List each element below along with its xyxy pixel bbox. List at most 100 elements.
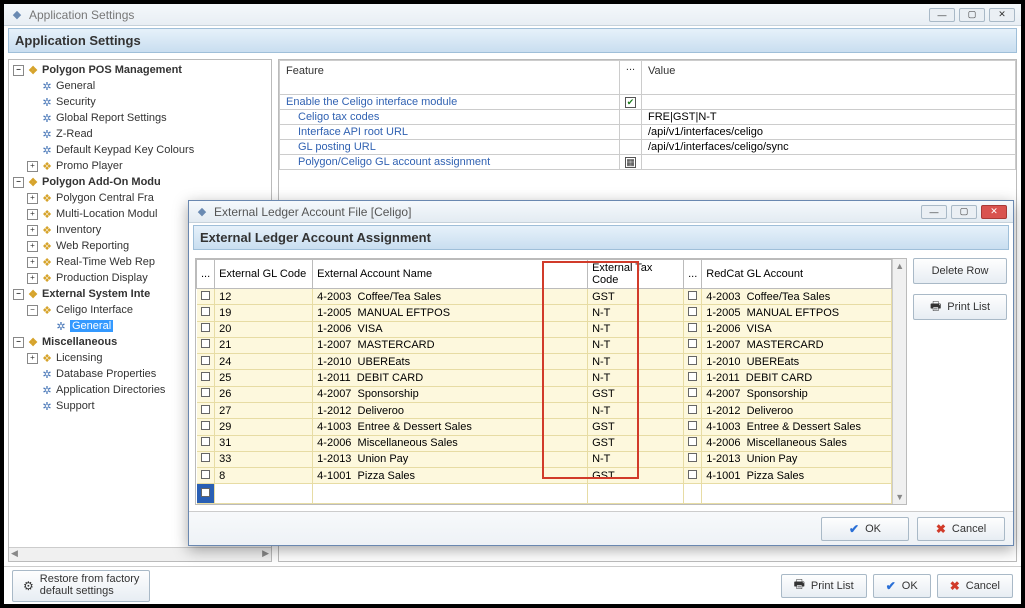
row-handle[interactable] xyxy=(684,337,702,353)
tree-item-label: Global Report Settings xyxy=(56,112,167,124)
minimize-button[interactable]: — xyxy=(929,8,955,22)
row-handle[interactable] xyxy=(197,451,215,467)
row-handle[interactable] xyxy=(197,370,215,386)
toggle-icon[interactable]: − xyxy=(27,305,38,316)
modal-close-button[interactable]: ✕ xyxy=(981,205,1007,219)
modal-minimize-button[interactable]: — xyxy=(921,205,947,219)
row-handle[interactable] xyxy=(684,321,702,337)
toggle-icon[interactable]: + xyxy=(27,241,38,252)
modal-print-label: Print List xyxy=(947,301,990,313)
row-handle[interactable] xyxy=(684,370,702,386)
table-row[interactable]: 241-2010 UBEREatsN-T1-2010 UBEREats xyxy=(197,354,892,370)
toggle-icon[interactable]: + xyxy=(27,225,38,236)
table-row[interactable]: 124-2003 Coffee/Tea SalesGST4-2003 Coffe… xyxy=(197,289,892,305)
ext-gl-cell: 20 xyxy=(215,321,313,337)
tree-item[interactable]: ✲Z-Read xyxy=(13,126,269,142)
table-row[interactable]: 264-2007 SponsorshipGST4-2007 Sponsorshi… xyxy=(197,386,892,402)
folder-icon: ❖ xyxy=(40,304,54,317)
row-handle[interactable] xyxy=(197,484,215,504)
settings-row[interactable]: Celigo tax codesFRE|GST|N-T xyxy=(280,110,1016,125)
row-handle[interactable] xyxy=(684,305,702,321)
settings-row[interactable]: Polygon/Celigo GL account assignment▦ xyxy=(280,155,1016,170)
tree-item[interactable]: +❖Promo Player xyxy=(13,158,269,174)
tree-item[interactable]: −❖Polygon POS Management xyxy=(13,62,269,78)
delete-row-button[interactable]: Delete Row xyxy=(913,258,1007,284)
row-handle[interactable] xyxy=(197,354,215,370)
row-handle[interactable] xyxy=(684,354,702,370)
icon-cell[interactable] xyxy=(620,140,642,155)
gear-icon: ✲ xyxy=(40,80,54,93)
tree-hscroll[interactable] xyxy=(9,547,271,561)
modal-maximize-button[interactable]: ▢ xyxy=(951,205,977,219)
icon-cell[interactable]: ▦ xyxy=(620,155,642,170)
table-row[interactable]: 271-2012 DeliverooN-T1-2012 Deliveroo xyxy=(197,402,892,418)
settings-row[interactable]: GL posting URL/api/v1/interfaces/celigo/… xyxy=(280,140,1016,155)
print-list-button[interactable]: 🖶Print List xyxy=(781,574,867,598)
modal-cancel-button[interactable]: ✖Cancel xyxy=(917,517,1005,541)
toggle-icon[interactable]: − xyxy=(13,177,24,188)
row-handle[interactable] xyxy=(684,468,702,484)
toggle-icon[interactable]: + xyxy=(27,193,38,204)
close-button[interactable]: ✕ xyxy=(989,8,1015,22)
value-cell[interactable]: FRE|GST|N-T xyxy=(642,110,1016,125)
row-handle[interactable] xyxy=(684,386,702,402)
tree-item[interactable]: −❖Polygon Add-On Modu xyxy=(13,174,269,190)
value-cell[interactable] xyxy=(642,155,1016,170)
row-handle[interactable] xyxy=(197,321,215,337)
maximize-button[interactable]: ▢ xyxy=(959,8,985,22)
row-handle[interactable] xyxy=(197,289,215,305)
row-handle[interactable] xyxy=(197,435,215,451)
row-handle[interactable] xyxy=(197,419,215,435)
row-handle[interactable] xyxy=(197,468,215,484)
restore-defaults-button[interactable]: ⚙ Restore from factory default settings xyxy=(12,570,150,602)
settings-row[interactable]: Enable the Celigo interface module✔ xyxy=(280,95,1016,110)
ledger-table[interactable]: ... External GL Code External Account Na… xyxy=(196,259,892,504)
table-row[interactable]: 331-2013 Union PayN-T1-2013 Union Pay xyxy=(197,451,892,467)
toggle-icon[interactable]: + xyxy=(27,209,38,220)
value-cell[interactable]: /api/v1/interfaces/celigo/sync xyxy=(642,140,1016,155)
tree-item[interactable]: ✲Global Report Settings xyxy=(13,110,269,126)
row-handle[interactable] xyxy=(684,419,702,435)
table-row[interactable]: 314-2006 Miscellaneous SalesGST4-2006 Mi… xyxy=(197,435,892,451)
icon-cell[interactable]: ✔ xyxy=(620,95,642,110)
ext-name-cell: 1-2011 DEBIT CARD xyxy=(313,370,588,386)
grid-vscroll[interactable] xyxy=(892,259,906,504)
tree-item[interactable]: ✲General xyxy=(13,78,269,94)
modal-print-button[interactable]: 🖶Print List xyxy=(913,294,1007,320)
row-handle[interactable] xyxy=(684,402,702,418)
grid-icon[interactable]: ▦ xyxy=(625,157,636,168)
row-handle[interactable] xyxy=(197,305,215,321)
tree-item[interactable]: ✲Security xyxy=(13,94,269,110)
row-handle[interactable] xyxy=(684,289,702,305)
new-row[interactable] xyxy=(197,484,892,504)
row-handle[interactable] xyxy=(684,451,702,467)
value-cell[interactable]: /api/v1/interfaces/celigo xyxy=(642,125,1016,140)
table-row[interactable]: 294-1003 Entree & Dessert SalesGST4-1003… xyxy=(197,419,892,435)
toggle-icon[interactable]: + xyxy=(27,161,38,172)
modal-ok-button[interactable]: ✔OK xyxy=(821,517,909,541)
table-row[interactable]: 191-2005 MANUAL EFTPOSN-T1-2005 MANUAL E… xyxy=(197,305,892,321)
toggle-icon[interactable]: + xyxy=(27,273,38,284)
toggle-icon[interactable]: + xyxy=(27,353,38,364)
row-handle[interactable] xyxy=(197,402,215,418)
table-row[interactable]: 251-2011 DEBIT CARDN-T1-2011 DEBIT CARD xyxy=(197,370,892,386)
row-handle[interactable] xyxy=(197,386,215,402)
toggle-icon[interactable]: − xyxy=(13,65,24,76)
toggle-icon[interactable]: − xyxy=(13,337,24,348)
tree-item[interactable]: ✲Default Keypad Key Colours xyxy=(13,142,269,158)
table-row[interactable]: 211-2007 MASTERCARDN-T1-2007 MASTERCARD xyxy=(197,337,892,353)
table-row[interactable]: 201-2006 VISAN-T1-2006 VISA xyxy=(197,321,892,337)
checkbox-icon[interactable]: ✔ xyxy=(625,97,636,108)
toggle-icon[interactable]: − xyxy=(13,289,24,300)
gear-icon: ✲ xyxy=(40,384,54,397)
value-cell[interactable] xyxy=(642,95,1016,110)
icon-cell[interactable] xyxy=(620,125,642,140)
ok-button[interactable]: ✔OK xyxy=(873,574,931,598)
row-handle[interactable] xyxy=(684,435,702,451)
icon-cell[interactable] xyxy=(620,110,642,125)
table-row[interactable]: 84-1001 Pizza SalesGST4-1001 Pizza Sales xyxy=(197,468,892,484)
row-handle[interactable] xyxy=(197,337,215,353)
toggle-icon[interactable]: + xyxy=(27,257,38,268)
cancel-button[interactable]: ✖Cancel xyxy=(937,574,1013,598)
settings-row[interactable]: Interface API root URL/api/v1/interfaces… xyxy=(280,125,1016,140)
